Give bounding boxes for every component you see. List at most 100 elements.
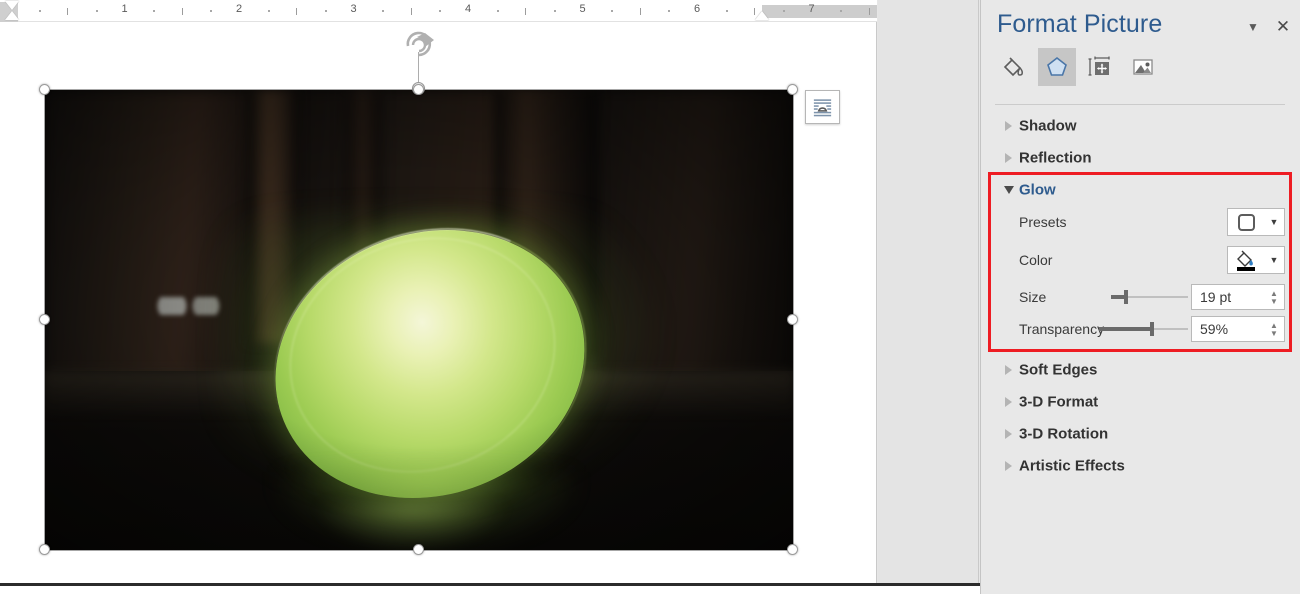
selected-picture-container[interactable]: [39, 31, 798, 555]
chevron-down-icon[interactable]: ▼: [1264, 217, 1284, 227]
section-glow[interactable]: Glow: [981, 174, 1300, 206]
tab-size-and-properties[interactable]: [1081, 48, 1119, 86]
ruler-half-tick: [754, 8, 756, 15]
chevron-right-icon: [1005, 121, 1012, 131]
chevron-down-icon[interactable]: ▼: [1270, 329, 1278, 337]
slider-thumb[interactable]: [1123, 290, 1128, 304]
ruler-half-tick: [181, 8, 183, 15]
layout-options-button[interactable]: [805, 90, 840, 124]
ruler-number: 6: [693, 3, 701, 15]
section-label: 3-D Rotation: [1019, 425, 1109, 443]
ruler-number: 7: [808, 3, 815, 15]
resize-handle-bottom-right[interactable]: [787, 544, 798, 555]
color-dropdown[interactable]: ▼: [1227, 246, 1285, 274]
presets-label: Presets: [1019, 214, 1067, 230]
ruler-minor-dot: [382, 10, 385, 12]
transparency-slider[interactable]: [1099, 321, 1188, 337]
chevron-right-icon: [1005, 429, 1012, 439]
field-size: Size 19 pt ▲ ▼: [981, 282, 1300, 312]
size-label: Size: [1019, 289, 1047, 305]
ruler-minor-dot: [38, 10, 41, 12]
ruler-minor-dot: [782, 10, 785, 12]
chevron-right-icon: [1005, 365, 1012, 375]
picture-image[interactable]: [45, 90, 793, 550]
ruler-half-tick: [868, 8, 870, 15]
ruler-rail: [8, 5, 877, 18]
resize-handle-top-right[interactable]: [787, 84, 798, 95]
ruler-half-tick: [410, 8, 412, 15]
presets-dropdown[interactable]: ▼: [1227, 208, 1285, 236]
rounded-square-outline-icon: [1228, 213, 1264, 231]
ruler-minor-dot: [611, 10, 614, 12]
chevron-up-icon[interactable]: ▲: [1270, 289, 1278, 297]
first-line-indent-marker[interactable]: [5, 1, 19, 10]
panel-header: Format Picture ▼ ✕: [981, 0, 1300, 46]
resize-handle-top-center[interactable]: [413, 84, 424, 95]
resize-handle-top-left[interactable]: [39, 84, 50, 95]
ruler-minor-dot: [668, 10, 671, 12]
transparency-value[interactable]: 59%: [1192, 321, 1264, 337]
chevron-up-icon[interactable]: ▲: [1270, 321, 1278, 329]
section-label: Shadow: [1019, 117, 1077, 135]
slider-thumb[interactable]: [1149, 322, 1154, 336]
resize-handle-middle-right[interactable]: [787, 314, 798, 325]
chevron-down-icon[interactable]: ▼: [1270, 297, 1278, 305]
tab-fill-and-line[interactable]: [995, 48, 1033, 86]
panel-tab-strip: [981, 48, 1300, 95]
ruler-minor-dot: [725, 10, 728, 12]
resize-handle-bottom-center[interactable]: [413, 544, 424, 555]
size-value[interactable]: 19 pt: [1192, 289, 1264, 305]
spinner-arrows[interactable]: ▲ ▼: [1264, 317, 1284, 341]
image-icon: [1133, 59, 1153, 75]
resize-handle-middle-left[interactable]: [39, 314, 50, 325]
section-artistic-effects[interactable]: Artistic Effects: [981, 450, 1300, 482]
size-spinner[interactable]: 19 pt ▲ ▼: [1191, 284, 1285, 310]
tab-picture[interactable]: [1124, 48, 1162, 86]
chevron-down-icon[interactable]: ▼: [1264, 255, 1284, 265]
section-3d-format[interactable]: 3-D Format: [981, 386, 1300, 418]
tab-effects[interactable]: [1038, 48, 1076, 86]
ruler-half-tick: [296, 8, 298, 15]
panel-divider: [995, 104, 1285, 105]
ruler-number: 4: [464, 3, 472, 15]
horizontal-ruler[interactable]: 1 2 3 4 5 6 7: [0, 0, 877, 22]
scene-background-lights: [157, 297, 225, 316]
ruler-right-margin: [762, 5, 877, 18]
active-tab-pointer: [1049, 86, 1065, 94]
field-presets: Presets ▼: [981, 207, 1300, 237]
spinner-arrows[interactable]: ▲ ▼: [1264, 285, 1284, 309]
ruler-half-tick: [525, 8, 527, 15]
format-picture-panel: Format Picture ▼ ✕ Shadow Reflection Glo…: [980, 0, 1300, 594]
section-label: Artistic Effects: [1019, 457, 1125, 475]
close-icon[interactable]: ✕: [1272, 16, 1294, 38]
chevron-right-icon: [1005, 461, 1012, 471]
ruler-minor-dot: [439, 10, 442, 12]
field-transparency: Transparency 59% ▲ ▼: [981, 314, 1300, 344]
resize-handle-bottom-left[interactable]: [39, 544, 50, 555]
rotate-icon: [401, 28, 437, 58]
document-area: 1 2 3 4 5 6 7: [0, 0, 980, 586]
right-indent-marker[interactable]: [755, 11, 769, 20]
transparency-label: Transparency: [1019, 321, 1105, 337]
section-soft-edges[interactable]: Soft Edges: [981, 354, 1300, 386]
ruler-minor-dot: [210, 10, 213, 12]
section-shadow[interactable]: Shadow: [981, 110, 1300, 142]
chevron-right-icon: [1005, 153, 1012, 163]
section-reflection[interactable]: Reflection: [981, 142, 1300, 174]
transparency-spinner[interactable]: 59% ▲ ▼: [1191, 316, 1285, 342]
lamp-floor-reflection-secondary: [314, 504, 509, 550]
chevron-right-icon: [1005, 397, 1012, 407]
ruler-half-tick: [67, 8, 69, 15]
ruler-number: 1: [121, 3, 128, 15]
ruler-minor-dot: [496, 10, 499, 12]
color-label: Color: [1019, 252, 1053, 268]
ruler-half-tick: [639, 8, 641, 15]
paint-bucket-icon: [1003, 57, 1023, 77]
ruler-minor-dot: [153, 10, 156, 12]
ruler-minor-dot: [324, 10, 327, 12]
section-3d-rotation[interactable]: 3-D Rotation: [981, 418, 1300, 450]
chevron-down-icon[interactable]: ▼: [1242, 16, 1264, 38]
ruler-number: 3: [350, 3, 357, 15]
hanging-indent-marker[interactable]: [5, 11, 19, 20]
size-slider[interactable]: [1111, 289, 1188, 305]
